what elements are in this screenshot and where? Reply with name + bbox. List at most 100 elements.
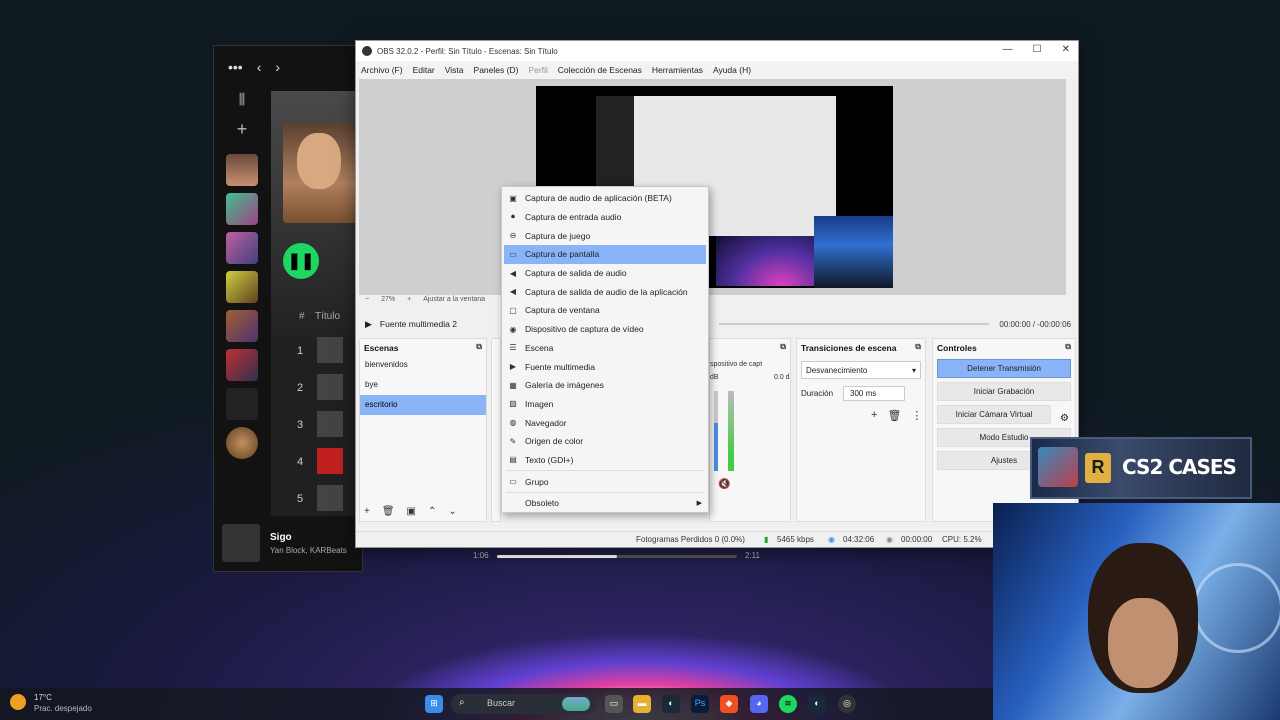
- menu-archivo[interactable]: Archivo (F): [361, 65, 403, 75]
- menu-item[interactable]: ◀ Captura de salida de audio: [502, 264, 708, 283]
- spotify-window: ••• ‹ › ⫼ + ❚❚ # Título 1 2 3 4 5 Sigo Y…: [213, 45, 364, 572]
- move-up-icon[interactable]: ⌃: [428, 506, 436, 517]
- brand-logo: R: [1085, 453, 1111, 483]
- trash-icon[interactable]: 🗑: [887, 409, 901, 422]
- menu-item[interactable]: ◀ Captura de salida de audio de la aplica…: [502, 282, 708, 301]
- more-options-icon[interactable]: ⋮: [911, 409, 922, 422]
- obs-icon[interactable]: ◎: [838, 695, 856, 713]
- now-playing-artist[interactable]: Yan Block, KARBeats: [270, 546, 347, 555]
- mute-icon[interactable]: 🔇: [718, 479, 730, 490]
- windows-start-icon[interactable]: ⊞: [425, 695, 443, 713]
- track-row[interactable]: 5: [271, 485, 364, 513]
- maximize-icon[interactable]: ☐: [1033, 44, 1042, 55]
- start-virtual-camera-button[interactable]: Iniciar Cámara Virtual: [937, 405, 1051, 424]
- transition-select[interactable]: Desvanecimiento ▾: [801, 361, 921, 379]
- image-icon: ▨: [509, 399, 517, 409]
- play-icon[interactable]: ▶: [365, 319, 372, 330]
- weather-description: Prac. despejado: [34, 704, 92, 713]
- menu-item[interactable]: ⊖ Captura de juego: [502, 226, 708, 245]
- add-transition-icon[interactable]: +: [871, 409, 877, 422]
- progress-track[interactable]: [497, 555, 737, 558]
- menu-ayuda[interactable]: Ayuda (H): [713, 65, 751, 75]
- pause-button[interactable]: ❚❚: [283, 243, 319, 279]
- playback-progress[interactable]: 1:06 2:11: [473, 551, 773, 563]
- menu-herramientas[interactable]: Herramientas: [652, 65, 703, 75]
- now-playing-title[interactable]: Sigo: [270, 532, 292, 543]
- track-row[interactable]: 2: [271, 374, 364, 402]
- preview-canvas[interactable]: − 27% + Ajustar a la ventana: [359, 79, 1066, 303]
- playlist-thumb[interactable]: [226, 349, 258, 381]
- photoshop-icon[interactable]: Ps: [691, 695, 709, 713]
- playlist-thumb[interactable]: [226, 232, 258, 264]
- menu-item[interactable]: ▨ Imagen: [502, 395, 708, 414]
- popout-icon[interactable]: ⧉: [780, 342, 786, 352]
- media-seekbar[interactable]: [719, 323, 989, 325]
- minimize-icon[interactable]: —: [1003, 44, 1013, 55]
- now-playing: Sigo Yan Block, KARBeats: [222, 524, 362, 564]
- menu-item-group[interactable]: ▭ Grupo: [502, 472, 708, 491]
- zoom-in-icon[interactable]: +: [407, 296, 411, 303]
- menu-item[interactable]: ▢ Captura de ventana: [502, 301, 708, 320]
- menu-item[interactable]: ▦ Galería de imágenes: [502, 376, 708, 395]
- library-icon[interactable]: ⫼: [222, 91, 262, 119]
- move-down-icon[interactable]: ⌄: [448, 506, 456, 517]
- filter-icon[interactable]: ▣: [407, 506, 416, 517]
- start-recording-button[interactable]: Iniciar Grabación: [937, 382, 1071, 401]
- spotify-icon[interactable]: ≋: [779, 695, 797, 713]
- playlist-thumb[interactable]: [226, 154, 258, 186]
- obs-title: OBS 32.0.2 - Perfil: Sin Título - Escena…: [377, 46, 558, 56]
- menu-item[interactable]: ▤ Texto (GDI+): [502, 451, 708, 470]
- menu-item[interactable]: ◉ Dispositivo de captura de vídeo: [502, 320, 708, 339]
- menu-paneles[interactable]: Paneles (D): [474, 65, 519, 75]
- gear-icon[interactable]: ⚙: [1060, 413, 1069, 424]
- artist-thumb[interactable]: [226, 427, 258, 459]
- playlist-thumb[interactable]: [226, 271, 258, 303]
- menu-item-obsolete[interactable]: Obsoleto ▶: [502, 494, 708, 513]
- menu-item-selected[interactable]: ▭ Captura de pantalla: [504, 245, 706, 264]
- trash-icon[interactable]: 🗑: [382, 506, 395, 517]
- cs2-cases-banner: R CS2 CASES: [1030, 437, 1252, 499]
- scene-item-selected[interactable]: escritorio: [360, 395, 486, 415]
- menu-item[interactable]: ✎ Origen de color: [502, 432, 708, 451]
- menu-item[interactable]: ⏺ Captura de entrada audio: [502, 208, 708, 227]
- stop-stream-button[interactable]: Detener Transmisión: [937, 359, 1071, 378]
- duration-input[interactable]: 300 ms: [843, 385, 906, 401]
- scene-item[interactable]: bienvenidos: [360, 355, 486, 375]
- popout-icon[interactable]: ⧉: [476, 342, 482, 352]
- scene-item[interactable]: bye: [360, 375, 486, 395]
- popout-icon[interactable]: ⧉: [915, 342, 921, 352]
- steam-icon[interactable]: ◐: [662, 695, 680, 713]
- playlist-thumb[interactable]: [226, 388, 258, 420]
- track-row[interactable]: 3: [271, 411, 364, 439]
- taskbar-search[interactable]: ⌕ Buscar: [451, 694, 596, 714]
- menu-item[interactable]: ▣ Captura de audio de aplicación (BETA): [502, 189, 708, 208]
- discord-icon[interactable]: ◕: [750, 695, 768, 713]
- menu-perfil[interactable]: Perfil: [528, 65, 547, 75]
- brave-icon[interactable]: ◆: [720, 695, 738, 713]
- file-explorer-icon[interactable]: ▬: [633, 695, 651, 713]
- playlist-thumb[interactable]: [226, 310, 258, 342]
- forward-arrow-icon[interactable]: ›: [275, 59, 280, 75]
- add-icon[interactable]: +: [364, 506, 370, 517]
- playlist-cover: [283, 123, 363, 223]
- zoom-out-icon[interactable]: −: [365, 296, 369, 303]
- menu-item[interactable]: ☰ Escena: [502, 339, 708, 358]
- more-options-icon[interactable]: •••: [228, 59, 243, 75]
- obs-logo-icon: [362, 46, 372, 56]
- back-arrow-icon[interactable]: ‹: [257, 59, 262, 75]
- add-icon[interactable]: +: [222, 119, 262, 147]
- fit-window-button[interactable]: Ajustar a la ventana: [423, 296, 485, 303]
- close-icon[interactable]: ✕: [1062, 44, 1070, 55]
- track-row[interactable]: 1: [271, 337, 364, 365]
- menu-vista[interactable]: Vista: [445, 65, 464, 75]
- track-row[interactable]: 4: [271, 448, 364, 476]
- task-view-icon[interactable]: ▭: [605, 695, 623, 713]
- dropped-frames: Fotogramas Perdidos 0 (0.0%): [636, 535, 745, 544]
- menu-coleccion[interactable]: Colección de Escenas: [558, 65, 642, 75]
- playlist-thumb[interactable]: [226, 193, 258, 225]
- menu-item[interactable]: ▶ Fuente multimedia: [502, 357, 708, 376]
- menu-editar[interactable]: Editar: [413, 65, 435, 75]
- popout-icon[interactable]: ⧉: [1065, 342, 1071, 352]
- menu-item[interactable]: ◍ Navegador: [502, 413, 708, 432]
- steam-icon-2[interactable]: ◐: [808, 695, 826, 713]
